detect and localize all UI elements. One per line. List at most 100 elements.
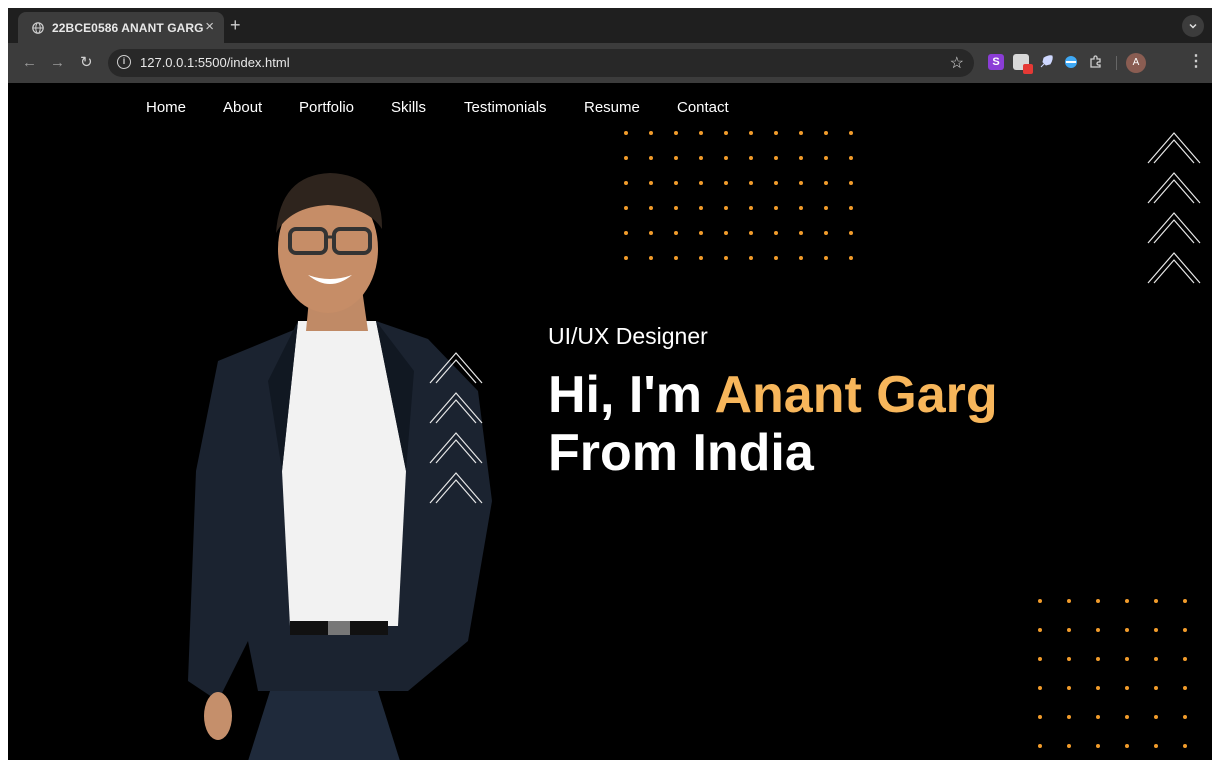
decorative-dot	[749, 206, 753, 210]
decorative-dot	[1183, 686, 1187, 690]
decorative-dot	[699, 256, 703, 260]
decorative-dot	[1154, 657, 1158, 661]
hero-headline: Hi, I'm Anant Garg From India	[548, 366, 998, 482]
decorative-dot	[799, 206, 803, 210]
chevron-stack-right-decoration	[1147, 132, 1201, 284]
decorative-dot	[824, 181, 828, 185]
decorative-dot	[849, 156, 853, 160]
decorative-dot	[1125, 715, 1129, 719]
bookmark-star-icon[interactable]: ☆	[950, 53, 964, 73]
back-button[interactable]: ←	[22, 54, 37, 72]
decorative-dot	[699, 206, 703, 210]
decorative-dot	[649, 156, 653, 160]
nav-home[interactable]: Home	[146, 99, 186, 116]
decorative-dot	[1125, 744, 1129, 748]
address-bar[interactable]: i 127.0.0.1:5500/index.html ☆	[108, 49, 974, 77]
decorative-dot	[699, 231, 703, 235]
decorative-dot	[824, 156, 828, 160]
decorative-dot	[1038, 715, 1042, 719]
decorative-dot	[1038, 686, 1042, 690]
decorative-dot	[1096, 599, 1100, 603]
decorative-dot	[724, 131, 728, 135]
hero-origin: From India	[548, 424, 814, 482]
site-info-icon[interactable]: i	[117, 55, 131, 69]
decorative-dot	[724, 181, 728, 185]
decorative-dot	[849, 131, 853, 135]
reload-button[interactable]: ↻	[80, 54, 93, 72]
decorative-dot	[1125, 686, 1129, 690]
decorative-dot	[624, 206, 628, 210]
puzzle-icon[interactable]	[1088, 54, 1104, 70]
dot-pattern-bottom-right	[1038, 599, 1187, 748]
toolbar-separator	[1116, 56, 1117, 70]
forward-button[interactable]: →	[50, 54, 65, 72]
browser-menu-icon[interactable]: ⋮	[1188, 52, 1204, 72]
extension-s-icon[interactable]: S	[988, 54, 1004, 70]
decorative-dot	[724, 256, 728, 260]
decorative-dot	[1067, 628, 1071, 632]
decorative-dot	[699, 181, 703, 185]
extension-badge-icon[interactable]	[1013, 54, 1033, 74]
decorative-dot	[749, 156, 753, 160]
decorative-dot	[649, 256, 653, 260]
decorative-dot	[1154, 628, 1158, 632]
hero-role: UI/UX Designer	[548, 323, 708, 349]
hero-name: Anant Garg	[714, 366, 998, 424]
decorative-dot	[1096, 744, 1100, 748]
profile-avatar[interactable]: A	[1126, 53, 1146, 73]
decorative-dot	[674, 231, 678, 235]
decorative-dot	[674, 256, 678, 260]
rocket-extension-icon[interactable]	[1038, 54, 1054, 70]
decorative-dot	[1038, 744, 1042, 748]
decorative-dot	[674, 181, 678, 185]
decorative-dot	[724, 156, 728, 160]
nav-skills[interactable]: Skills	[391, 99, 426, 116]
dot-pattern-top	[624, 131, 853, 260]
decorative-dot	[749, 131, 753, 135]
decorative-dot	[774, 231, 778, 235]
decorative-dot	[1183, 599, 1187, 603]
decorative-dot	[1038, 657, 1042, 661]
globe-icon	[32, 21, 44, 34]
decorative-dot	[724, 231, 728, 235]
decorative-dot	[849, 231, 853, 235]
decorative-dot	[799, 256, 803, 260]
decorative-dot	[774, 181, 778, 185]
decorative-dot	[624, 231, 628, 235]
decorative-dot	[774, 256, 778, 260]
decorative-dot	[1096, 686, 1100, 690]
decorative-dot	[849, 181, 853, 185]
browser-tab[interactable]: 22BCE0586 ANANT GARG ×	[18, 12, 224, 43]
notification-badge	[1023, 64, 1033, 74]
decorative-dot	[624, 256, 628, 260]
decorative-dot	[799, 231, 803, 235]
decorative-dot	[1183, 715, 1187, 719]
tab-close-icon[interactable]: ×	[205, 19, 214, 35]
new-tab-button[interactable]: +	[230, 15, 241, 35]
decorative-dot	[824, 131, 828, 135]
hero-greeting: Hi, I'm	[548, 366, 702, 424]
url-text[interactable]: 127.0.0.1:5500/index.html	[140, 55, 290, 70]
nav-portfolio[interactable]: Portfolio	[299, 99, 354, 116]
decorative-dot	[1096, 628, 1100, 632]
decorative-dot	[824, 256, 828, 260]
decorative-dot	[1067, 715, 1071, 719]
decorative-dot	[849, 256, 853, 260]
decorative-dot	[674, 206, 678, 210]
nav-about[interactable]: About	[223, 99, 262, 116]
decorative-dot	[1183, 744, 1187, 748]
nav-contact[interactable]: Contact	[677, 99, 729, 116]
nav-testimonials[interactable]: Testimonials	[464, 99, 547, 116]
chevron-stack-center-decoration	[429, 352, 483, 504]
decorative-dot	[624, 156, 628, 160]
decorative-dot	[1154, 715, 1158, 719]
nav-resume[interactable]: Resume	[584, 99, 640, 116]
decorative-dot	[1096, 657, 1100, 661]
decorative-dot	[1183, 628, 1187, 632]
tab-search-button[interactable]	[1182, 15, 1204, 37]
hero-section: UI/UX Designer Hi, I'm Anant Garg From I…	[548, 323, 998, 482]
decorative-dot	[724, 206, 728, 210]
globe-extension-icon[interactable]	[1063, 54, 1079, 70]
decorative-dot	[699, 156, 703, 160]
decorative-dot	[824, 231, 828, 235]
